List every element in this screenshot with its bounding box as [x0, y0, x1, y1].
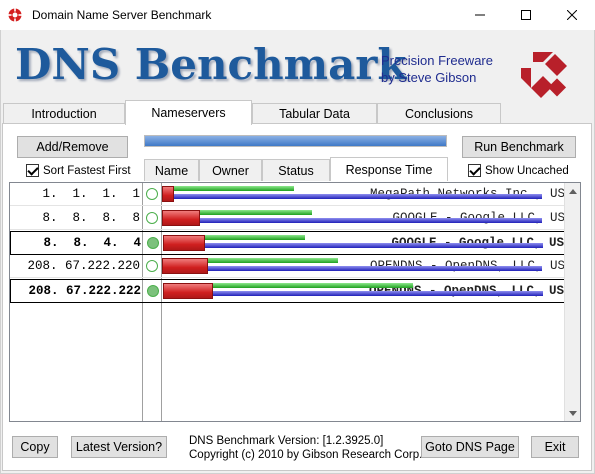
scroll-down-icon[interactable] — [565, 405, 580, 421]
grc-brand-icon — [521, 52, 567, 98]
benchmark-progress-bar — [144, 135, 447, 147]
nameserver-row[interactable]: 208. 67.222.220OPENDNS - OpenDNS, LLC, U… — [10, 255, 565, 278]
column-status[interactable]: Status — [262, 159, 330, 181]
cached-response-bar — [162, 186, 174, 202]
goto-dns-page-button[interactable]: Goto DNS Page — [421, 436, 519, 458]
tagline-line1: Precision Freeware — [381, 53, 493, 68]
tab-introduction[interactable]: Introduction — [3, 103, 125, 124]
uncached-response-bar — [174, 186, 294, 191]
nameserver-ip: 208. 67.222.220 — [27, 259, 140, 273]
progress-fill — [145, 136, 446, 146]
uncached-response-bar — [200, 210, 312, 215]
scroll-up-icon[interactable] — [565, 183, 580, 199]
list-scrollbar[interactable] — [564, 183, 580, 421]
add-remove-button[interactable]: Add/Remove — [17, 136, 128, 158]
nameserver-list[interactable]: 1. 1. 1. 1MegaPath Networks Inc., US 8. … — [9, 182, 581, 422]
maximize-icon — [521, 10, 531, 20]
tab-nameservers[interactable]: Nameservers — [125, 100, 252, 125]
dotcom-response-bar — [200, 218, 542, 223]
tab-conclusions[interactable]: Conclusions — [377, 103, 501, 124]
status-indicator-icon — [147, 237, 159, 249]
column-response-time[interactable]: Response Time — [330, 157, 448, 181]
dotcom-response-bar — [205, 243, 543, 248]
tagline-line2: by Steve Gibson — [381, 70, 477, 85]
nameserver-row[interactable]: 8. 8. 8. 8GOOGLE - Google LLC, US — [10, 207, 565, 230]
exit-button[interactable]: Exit — [531, 436, 579, 458]
latest-version-button[interactable]: Latest Version? — [71, 436, 167, 458]
column-name[interactable]: Name — [144, 159, 199, 181]
version-info: DNS Benchmark Version: [1.2.3925.0] Copy… — [189, 434, 422, 462]
cached-response-bar — [163, 235, 205, 251]
nameserver-ip: 1. 1. 1. 1 — [34, 187, 140, 201]
show-uncached-check-icon[interactable] — [468, 164, 481, 177]
close-button[interactable] — [549, 0, 595, 30]
title-bar: Domain Name Server Benchmark — [0, 0, 595, 30]
uncached-response-bar — [205, 235, 305, 240]
app-icon — [8, 8, 22, 22]
show-uncached-checkbox[interactable]: Show Uncached — [468, 164, 569, 177]
nameserver-row[interactable]: 208. 67.222.222OPENDNS - OpenDNS, LLC, U… — [10, 279, 565, 303]
nameserver-ip: 208. 67.222.222 — [28, 284, 141, 298]
version-text: DNS Benchmark Version: [1.2.3925.0] — [189, 435, 384, 447]
status-indicator-icon — [146, 260, 158, 272]
tab-strip: Introduction Nameservers Tabular Data Co… — [1, 100, 594, 125]
nameserver-row[interactable]: 8. 8. 4. 4GOOGLE - Google LLC, US — [10, 231, 565, 255]
dotcom-response-bar — [213, 291, 543, 296]
dotcom-response-bar — [174, 194, 542, 199]
uncached-response-bar — [213, 283, 413, 288]
status-indicator-icon — [147, 285, 159, 297]
copy-button[interactable]: Copy — [12, 436, 58, 458]
tab-tabular-data[interactable]: Tabular Data — [252, 103, 377, 124]
sort-fastest-check-icon[interactable] — [26, 164, 39, 177]
sort-fastest-checkbox[interactable]: Sort Fastest First — [26, 164, 131, 177]
nameserver-ip: 8. 8. 4. 4 — [35, 236, 141, 250]
maximize-button[interactable] — [503, 0, 549, 30]
nameserver-row[interactable]: 1. 1. 1. 1MegaPath Networks Inc., US — [10, 183, 565, 206]
copyright-text: Copyright (c) 2010 by Gibson Research Co… — [189, 449, 423, 461]
dns-benchmark-logo: DNS Benchmark — [15, 40, 407, 89]
uncached-response-bar — [208, 258, 338, 263]
column-owner[interactable]: Owner — [199, 159, 262, 181]
close-icon — [567, 10, 577, 20]
cached-response-bar — [163, 283, 213, 299]
status-indicator-icon — [146, 212, 158, 224]
cached-response-bar — [162, 258, 208, 274]
cached-response-bar — [162, 210, 200, 226]
sort-fastest-label: Sort Fastest First — [43, 164, 131, 177]
show-uncached-label: Show Uncached — [485, 164, 569, 177]
run-benchmark-button[interactable]: Run Benchmark — [462, 136, 576, 158]
minimize-button[interactable] — [457, 0, 503, 30]
status-indicator-icon — [146, 188, 158, 200]
minimize-icon — [475, 14, 485, 16]
dotcom-response-bar — [208, 266, 542, 271]
nameserver-ip: 8. 8. 8. 8 — [34, 211, 140, 225]
banner: DNS Benchmark Precision Freeware by Stev… — [1, 30, 594, 100]
window-title: Domain Name Server Benchmark — [32, 8, 212, 22]
tagline: Precision Freeware by Steve Gibson — [381, 52, 493, 86]
